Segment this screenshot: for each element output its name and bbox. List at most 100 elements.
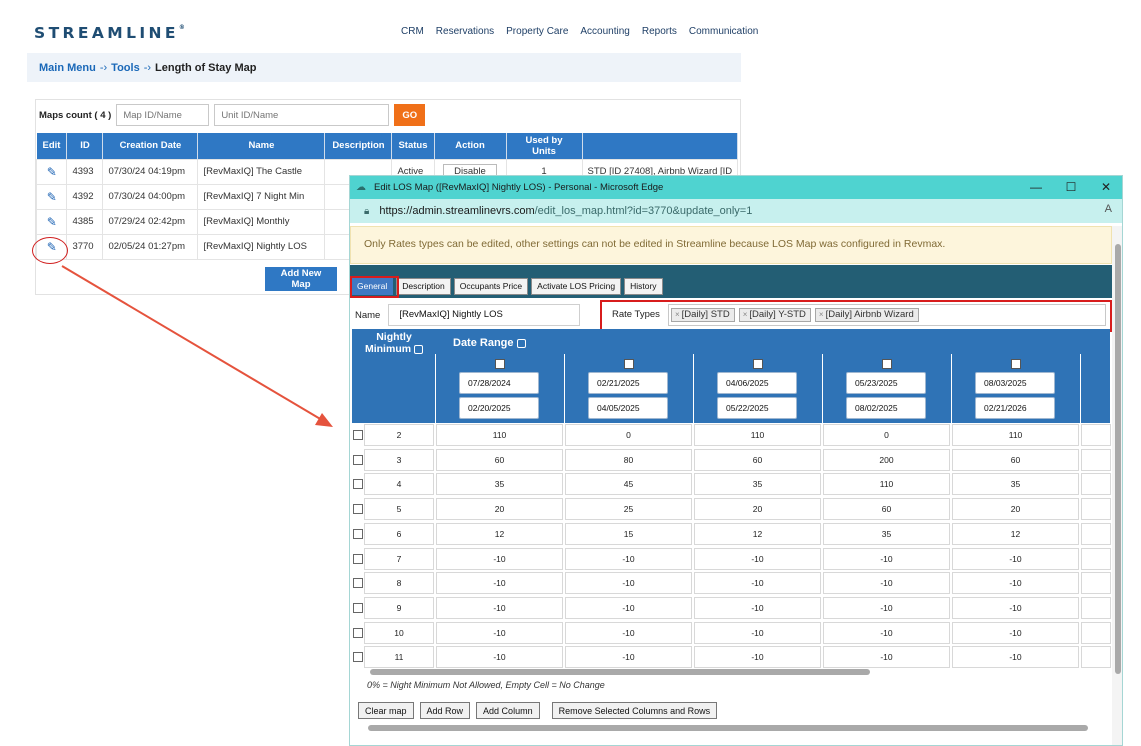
los-value-cell[interactable]: -10 — [694, 646, 821, 669]
los-value-cell[interactable]: 110 — [952, 424, 1079, 446]
remove-chip-icon[interactable]: × — [819, 310, 824, 319]
row-select-checkbox[interactable] — [353, 652, 363, 663]
remove-chip-icon[interactable]: × — [743, 310, 748, 319]
minimize-button[interactable]: — — [1018, 176, 1054, 199]
los-value-cell[interactable]: 35 — [436, 473, 563, 496]
date-to-field[interactable]: 02/21/2026 — [975, 397, 1055, 419]
los-value-cell[interactable] — [1081, 448, 1111, 471]
los-value-cell[interactable]: -10 — [694, 547, 821, 570]
los-value-cell[interactable] — [1081, 621, 1111, 644]
tab-description[interactable]: Description — [396, 278, 451, 295]
los-value-cell[interactable]: 35 — [823, 522, 950, 545]
los-value-cell[interactable]: -10 — [823, 646, 950, 669]
date-from-field[interactable]: 07/28/2024 — [459, 372, 539, 394]
remove-chip-icon[interactable]: × — [675, 310, 680, 319]
los-value-cell[interactable] — [1081, 473, 1111, 496]
los-value-cell[interactable]: -10 — [565, 596, 692, 619]
los-value-cell[interactable]: 80 — [565, 448, 692, 471]
los-value-cell[interactable]: -10 — [694, 621, 821, 644]
nightly-minimum-cell[interactable]: 4 — [364, 473, 434, 496]
los-value-cell[interactable]: -10 — [952, 572, 1079, 595]
los-value-cell[interactable] — [1081, 572, 1111, 595]
name-field[interactable]: [RevMaxIQ] Nightly LOS — [388, 304, 581, 326]
date-range-checkbox[interactable] — [516, 338, 526, 348]
los-value-cell[interactable] — [1081, 646, 1111, 669]
los-value-cell[interactable]: -10 — [436, 646, 563, 669]
row-select-checkbox[interactable] — [353, 553, 363, 564]
los-value-cell[interactable]: 60 — [952, 448, 1079, 471]
los-value-cell[interactable]: 20 — [436, 498, 563, 521]
nightly-minimum-cell[interactable]: 2 — [364, 424, 434, 446]
los-value-cell[interactable]: 200 — [823, 448, 950, 471]
los-value-cell[interactable]: 20 — [694, 498, 821, 521]
los-value-cell[interactable] — [1081, 547, 1111, 570]
column-select-checkbox[interactable] — [753, 359, 763, 369]
los-value-cell[interactable]: -10 — [952, 547, 1079, 570]
nightly-minimum-cell[interactable]: 7 — [364, 547, 434, 570]
los-value-cell[interactable]: 12 — [952, 522, 1079, 545]
los-value-cell[interactable]: 110 — [436, 424, 563, 446]
rate-type-chip[interactable]: × [Daily] Airbnb Wizard — [814, 308, 919, 322]
window-horizontal-scrollbar[interactable] — [356, 723, 1106, 732]
los-value-cell[interactable]: 0 — [823, 424, 950, 446]
rate-type-chip[interactable]: × [Daily] STD — [671, 308, 735, 322]
window-vertical-scrollbar[interactable] — [1112, 226, 1122, 745]
add-column-button[interactable]: Add Column — [476, 702, 540, 719]
row-select-checkbox[interactable] — [353, 578, 363, 589]
column-select-checkbox[interactable] — [1011, 359, 1021, 369]
nightly-minimum-cell[interactable]: 10 — [364, 621, 434, 644]
nightly-minimum-cell[interactable]: 11 — [364, 646, 434, 669]
los-value-cell[interactable]: 25 — [565, 498, 692, 521]
row-select-checkbox[interactable] — [353, 454, 363, 465]
column-select-checkbox[interactable] — [495, 359, 505, 369]
row-select-checkbox[interactable] — [353, 627, 363, 638]
nightly-minimum-cell[interactable]: 6 — [364, 522, 434, 545]
column-select-checkbox[interactable] — [624, 359, 634, 369]
nightly-minimum-cell[interactable]: 3 — [364, 448, 434, 471]
los-value-cell[interactable]: 15 — [565, 522, 692, 545]
los-value-cell[interactable]: -10 — [436, 596, 563, 619]
tab-activate-los-pricing[interactable]: Activate LOS Pricing — [531, 278, 622, 295]
los-value-cell[interactable]: -10 — [823, 621, 950, 644]
los-value-cell[interactable]: 0 — [565, 424, 692, 446]
los-value-cell[interactable]: -10 — [565, 572, 692, 595]
nightly-minimum-cell[interactable]: 9 — [364, 596, 434, 619]
los-value-cell[interactable] — [1081, 522, 1111, 545]
los-value-cell[interactable] — [1081, 596, 1111, 619]
column-select-checkbox[interactable] — [882, 359, 892, 369]
los-value-cell[interactable]: 60 — [823, 498, 950, 521]
date-from-field[interactable]: 04/06/2025 — [717, 372, 797, 394]
los-value-cell[interactable]: -10 — [952, 646, 1079, 669]
grid-horizontal-scrollbar[interactable] — [356, 667, 1106, 676]
los-value-cell[interactable] — [1081, 424, 1111, 446]
row-select-checkbox[interactable] — [353, 602, 363, 613]
nightly-minimum-cell[interactable]: 8 — [364, 572, 434, 595]
los-value-cell[interactable]: 60 — [694, 448, 821, 471]
row-select-checkbox[interactable] — [353, 479, 363, 490]
clear-map-button[interactable]: Clear map — [358, 702, 414, 719]
los-value-cell[interactable]: -10 — [823, 547, 950, 570]
rate-type-chip[interactable]: × [Daily] Y-STD — [738, 308, 811, 322]
row-select-checkbox[interactable] — [353, 430, 363, 440]
row-select-checkbox[interactable] — [353, 528, 363, 539]
remove-selected-button[interactable]: Remove Selected Columns and Rows — [551, 702, 718, 719]
los-value-cell[interactable]: -10 — [436, 547, 563, 570]
los-value-cell[interactable]: 12 — [694, 522, 821, 545]
nightly-minimum-checkbox[interactable] — [414, 344, 423, 354]
los-value-cell[interactable] — [1081, 498, 1111, 521]
rate-types-field[interactable]: × [Daily] STD × [Daily] Y-STD × [Daily] Air… — [668, 304, 1106, 326]
los-value-cell[interactable]: 110 — [823, 473, 950, 496]
tab-occupants-price[interactable]: Occupants Price — [453, 278, 529, 295]
los-value-cell[interactable]: -10 — [823, 596, 950, 619]
los-value-cell[interactable]: -10 — [823, 572, 950, 595]
row-select-checkbox[interactable] — [353, 504, 363, 515]
address-bar[interactable]: 🔒︎ https://admin.streamlinevrs.com/edit_… — [350, 199, 1122, 223]
los-value-cell[interactable]: 12 — [436, 522, 563, 545]
date-to-field[interactable]: 04/05/2025 — [588, 397, 668, 419]
los-value-cell[interactable]: -10 — [436, 621, 563, 644]
add-row-button[interactable]: Add Row — [419, 702, 471, 719]
read-aloud-icon[interactable]: A — [1105, 203, 1112, 215]
los-value-cell[interactable]: 35 — [694, 473, 821, 496]
date-from-field[interactable]: 08/03/2025 — [975, 372, 1055, 394]
tab-history[interactable]: History — [624, 278, 663, 295]
